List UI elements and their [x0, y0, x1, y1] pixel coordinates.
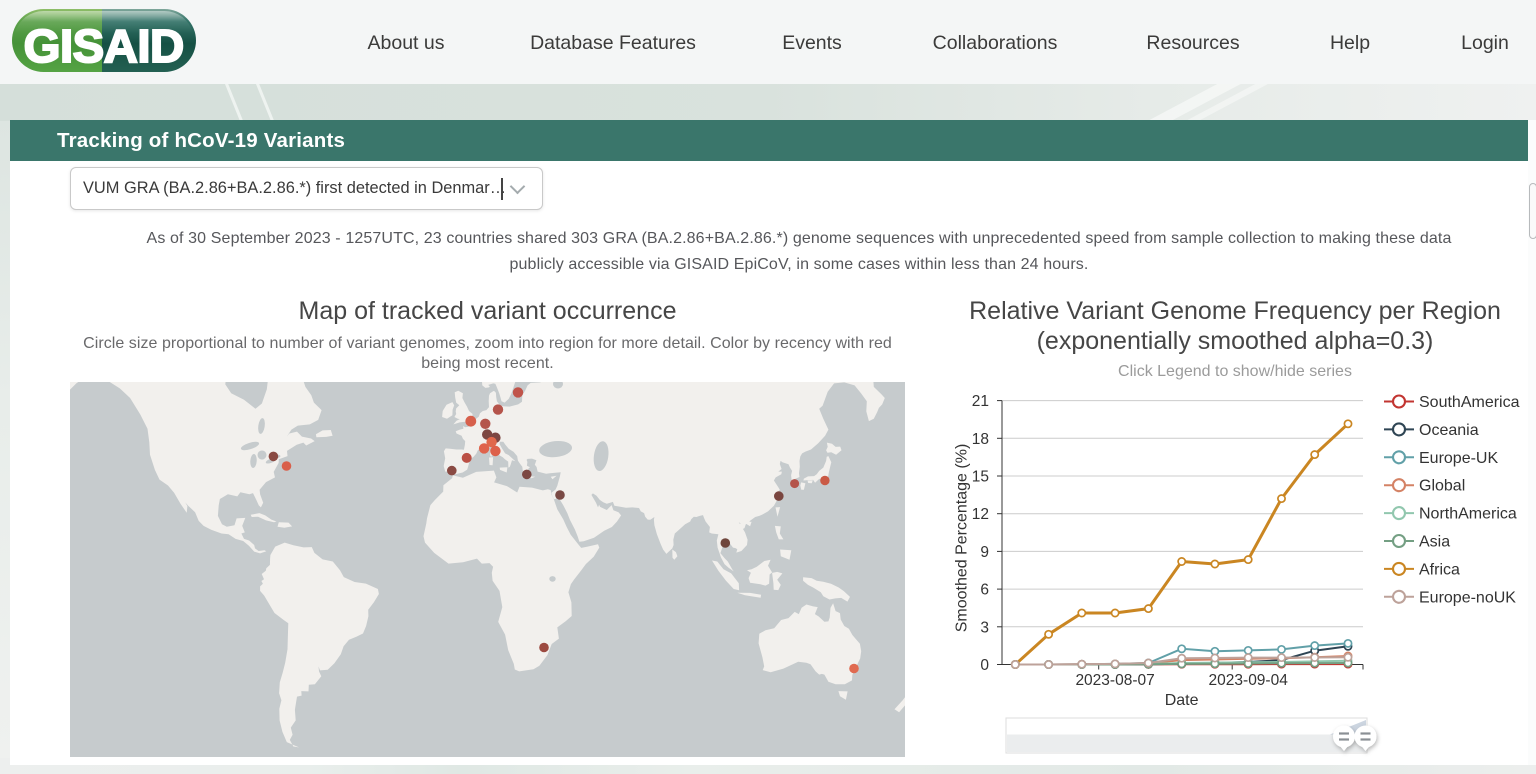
svg-text:0: 0 — [980, 657, 989, 674]
svg-text:Oceania: Oceania — [1419, 422, 1479, 439]
svg-text:Africa: Africa — [1419, 561, 1460, 578]
svg-text:2023-08-07: 2023-08-07 — [1075, 672, 1154, 689]
svg-text:SouthAmerica: SouthAmerica — [1419, 394, 1520, 411]
svg-text:NorthAmerica: NorthAmerica — [1419, 506, 1517, 523]
svg-text:Europe-UK: Europe-UK — [1419, 450, 1498, 467]
svg-text:6: 6 — [980, 582, 989, 599]
svg-text:12: 12 — [972, 506, 989, 523]
svg-text:Global: Global — [1419, 478, 1465, 495]
svg-text:Asia: Asia — [1419, 534, 1450, 551]
svg-text:3: 3 — [980, 619, 989, 636]
svg-text:18: 18 — [972, 431, 989, 448]
svg-text:21: 21 — [972, 393, 989, 410]
svg-text:2023-09-04: 2023-09-04 — [1209, 672, 1289, 689]
svg-text:Date: Date — [1165, 692, 1199, 709]
svg-text:15: 15 — [972, 469, 989, 486]
svg-text:Smoothed Percentage (%): Smoothed Percentage (%) — [954, 444, 971, 633]
svg-text:9: 9 — [980, 544, 989, 561]
svg-text:Europe-noUK: Europe-noUK — [1419, 589, 1516, 606]
svg-text:GISAID: GISAID — [24, 21, 184, 72]
